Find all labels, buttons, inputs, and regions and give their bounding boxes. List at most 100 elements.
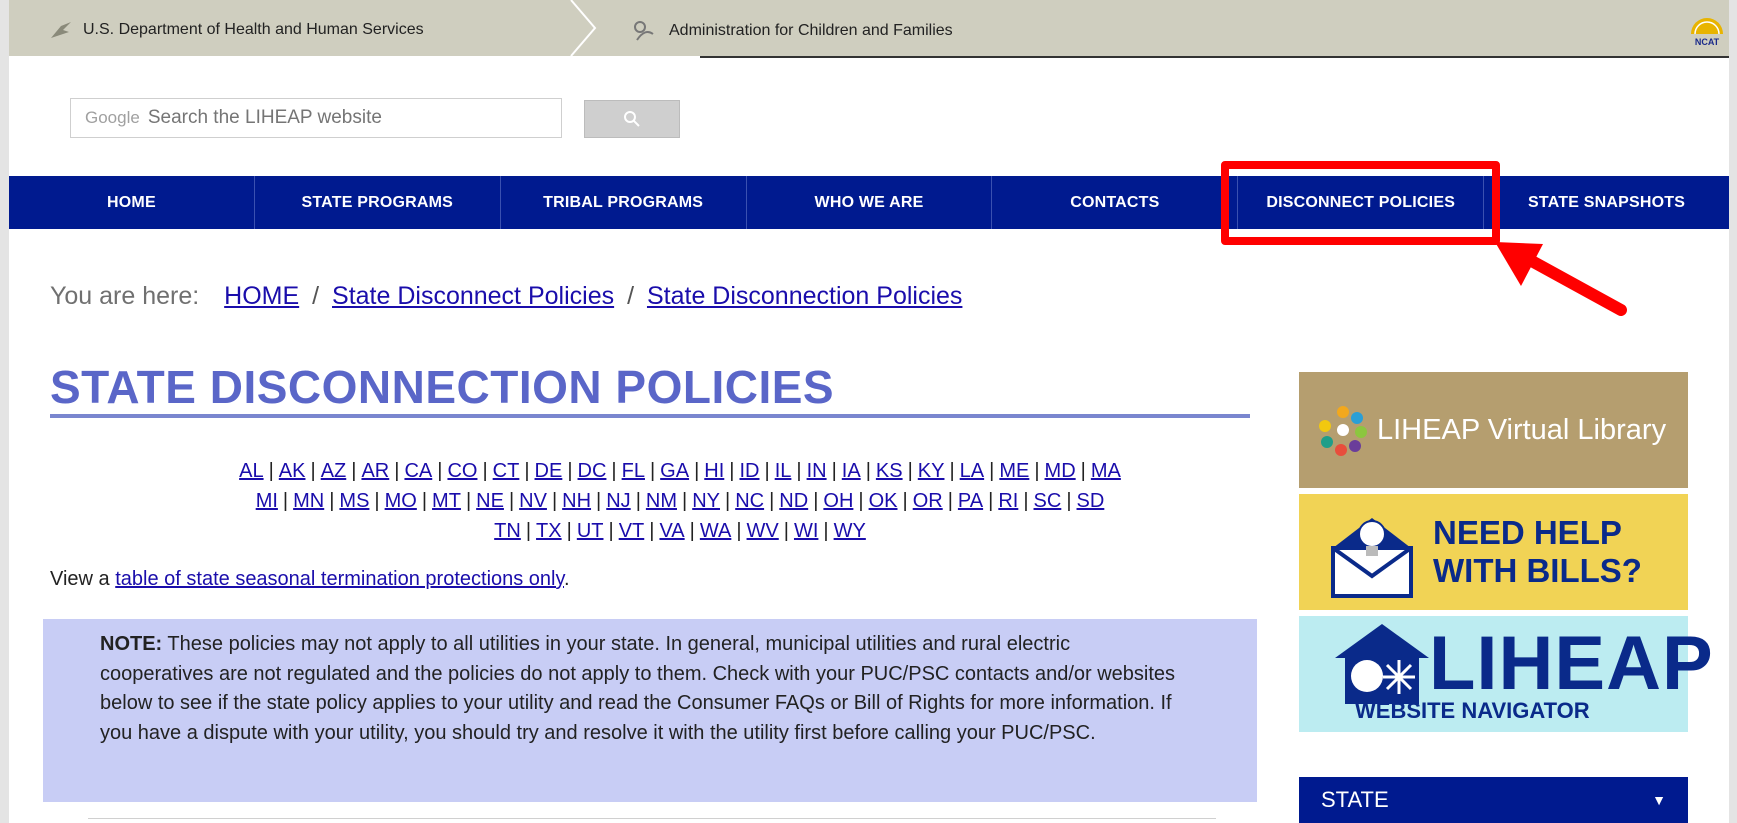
house-snowflake-sun-icon bbox=[1335, 624, 1429, 704]
state-separator: | bbox=[608, 520, 614, 542]
state-link-dc[interactable]: DC bbox=[578, 460, 607, 482]
nav-item-state-programs[interactable]: STATE PROGRAMS bbox=[255, 176, 501, 229]
state-link-fl[interactable]: FL bbox=[622, 460, 645, 482]
state-link-sc[interactable]: SC bbox=[1034, 490, 1062, 512]
state-link-ne[interactable]: NE bbox=[476, 490, 504, 512]
state-separator: | bbox=[282, 490, 289, 512]
state-dropdown[interactable]: STATE ▼ bbox=[1299, 777, 1688, 823]
state-link-nm[interactable]: NM bbox=[646, 490, 677, 512]
state-separator: | bbox=[394, 460, 400, 482]
breadcrumb-prefix: You are here: bbox=[50, 282, 200, 310]
search-input[interactable] bbox=[145, 106, 510, 130]
state-link-ct[interactable]: CT bbox=[493, 460, 520, 482]
state-link-md[interactable]: MD bbox=[1045, 460, 1076, 482]
state-link-hi[interactable]: HI bbox=[704, 460, 724, 482]
state-link-ut[interactable]: UT bbox=[577, 520, 604, 542]
nav-item-contacts[interactable]: CONTACTS bbox=[992, 176, 1239, 229]
view-table-line: View a table of state seasonal terminati… bbox=[50, 568, 570, 591]
state-separator: | bbox=[268, 460, 274, 482]
state-separator: | bbox=[988, 490, 994, 512]
state-separator: | bbox=[649, 520, 655, 542]
state-link-tn[interactable]: TN bbox=[494, 520, 521, 542]
state-link-nh[interactable]: NH bbox=[562, 490, 591, 512]
state-link-az[interactable]: AZ bbox=[321, 460, 347, 482]
state-link-ar[interactable]: AR bbox=[361, 460, 389, 482]
state-link-ok[interactable]: OK bbox=[869, 490, 898, 512]
acf-link[interactable]: Administration for Children and Families bbox=[631, 18, 953, 44]
state-link-va[interactable]: VA bbox=[659, 520, 684, 542]
seasonal-protections-table-link[interactable]: table of state seasonal termination prot… bbox=[115, 568, 564, 590]
state-link-or[interactable]: OR bbox=[913, 490, 943, 512]
state-link-nj[interactable]: NJ bbox=[606, 490, 630, 512]
state-link-mo[interactable]: MO bbox=[385, 490, 417, 512]
state-link-wa[interactable]: WA bbox=[700, 520, 731, 542]
state-row-2: MI | MN | MS | MO | MT | NE | NV | NH | NJ | NM | NY | NC | ND | O… bbox=[140, 486, 1220, 516]
state-separator: | bbox=[831, 460, 837, 482]
state-link-sd[interactable]: SD bbox=[1077, 490, 1105, 512]
note-text: These policies may not apply to all util… bbox=[100, 633, 1176, 744]
state-link-ca[interactable]: CA bbox=[404, 460, 432, 482]
state-link-id[interactable]: ID bbox=[739, 460, 759, 482]
need-help-banner[interactable]: NEED HELP WITH BILLS? bbox=[1299, 494, 1688, 610]
state-link-de[interactable]: DE bbox=[535, 460, 563, 482]
envelope-lightbulb-icon bbox=[1331, 518, 1413, 598]
search-button[interactable] bbox=[584, 100, 680, 138]
state-link-wv[interactable]: WV bbox=[747, 520, 779, 542]
breadcrumb-current-link[interactable]: State Disconnection Policies bbox=[647, 282, 962, 310]
ncat-logo-icon[interactable]: NCAT bbox=[1687, 12, 1727, 48]
state-link-il[interactable]: IL bbox=[775, 460, 792, 482]
state-link-ky[interactable]: KY bbox=[918, 460, 945, 482]
state-link-mi[interactable]: MI bbox=[256, 490, 278, 512]
state-link-ga[interactable]: GA bbox=[660, 460, 689, 482]
state-link-wi[interactable]: WI bbox=[794, 520, 818, 542]
need-help-line2: WITH BILLS? bbox=[1433, 552, 1642, 589]
nav-item-state-snapshots[interactable]: STATE SNAPSHOTS bbox=[1484, 176, 1729, 229]
state-link-co[interactable]: CO bbox=[447, 460, 477, 482]
state-link-mt[interactable]: MT bbox=[432, 490, 461, 512]
note-box: NOTE: These policies may not apply to al… bbox=[43, 619, 1257, 802]
virtual-library-banner[interactable]: LIHEAP Virtual Library bbox=[1299, 372, 1688, 488]
state-link-vt[interactable]: VT bbox=[619, 520, 645, 542]
state-link-ny[interactable]: NY bbox=[692, 490, 720, 512]
state-link-ri[interactable]: RI bbox=[998, 490, 1018, 512]
state-separator: | bbox=[525, 520, 532, 542]
hhs-label: U.S. Department of Health and Human Serv… bbox=[83, 21, 424, 38]
state-separator: | bbox=[596, 490, 602, 512]
state-link-oh[interactable]: OH bbox=[823, 490, 853, 512]
nav-item-who-we-are[interactable]: WHO WE ARE bbox=[747, 176, 993, 229]
state-link-la[interactable]: LA bbox=[960, 460, 984, 482]
library-label: LIHEAP Virtual Library bbox=[1377, 413, 1667, 446]
state-link-ks[interactable]: KS bbox=[876, 460, 903, 482]
state-link-wy[interactable]: WY bbox=[834, 520, 866, 542]
state-link-ms[interactable]: MS bbox=[339, 490, 369, 512]
state-separator: | bbox=[736, 520, 742, 542]
nav-item-tribal-programs[interactable]: TRIBAL PROGRAMS bbox=[501, 176, 747, 229]
topbar-underline bbox=[700, 56, 1729, 58]
state-link-ma[interactable]: MA bbox=[1091, 460, 1121, 482]
state-link-in[interactable]: IN bbox=[807, 460, 827, 482]
state-links: AL | AK | AZ | AR | CA | CO | CT | DE | DC | FL | GA | HI | ID | I… bbox=[140, 456, 1220, 546]
content-divider bbox=[88, 818, 1216, 819]
state-link-me[interactable]: ME bbox=[999, 460, 1029, 482]
state-link-tx[interactable]: TX bbox=[536, 520, 562, 542]
breadcrumb-home-link[interactable]: HOME bbox=[224, 282, 299, 310]
website-navigator-banner[interactable]: LIHEAP WEBSITE NAVIGATOR bbox=[1299, 616, 1713, 732]
search-field-container[interactable]: Google bbox=[70, 98, 562, 138]
hhs-link[interactable]: U.S. Department of Health and Human Serv… bbox=[49, 18, 424, 42]
breadcrumb: You are here: HOME / State Disconnect Po… bbox=[50, 282, 962, 311]
state-link-pa[interactable]: PA bbox=[958, 490, 983, 512]
state-separator: | bbox=[1023, 490, 1029, 512]
library-dots-icon bbox=[1319, 406, 1367, 456]
state-link-nc[interactable]: NC bbox=[735, 490, 764, 512]
state-link-nd[interactable]: ND bbox=[779, 490, 808, 512]
state-link-mn[interactable]: MN bbox=[293, 490, 324, 512]
state-link-al[interactable]: AL bbox=[239, 460, 263, 482]
view-table-suffix: . bbox=[564, 568, 570, 590]
state-link-nv[interactable]: NV bbox=[519, 490, 547, 512]
state-link-ia[interactable]: IA bbox=[842, 460, 861, 482]
breadcrumb-disconnect-policies-link[interactable]: State Disconnect Policies bbox=[332, 282, 614, 310]
google-brand-label: Google bbox=[85, 108, 140, 127]
state-separator: | bbox=[567, 460, 573, 482]
nav-item-home[interactable]: HOME bbox=[9, 176, 255, 229]
state-link-ak[interactable]: AK bbox=[279, 460, 306, 482]
